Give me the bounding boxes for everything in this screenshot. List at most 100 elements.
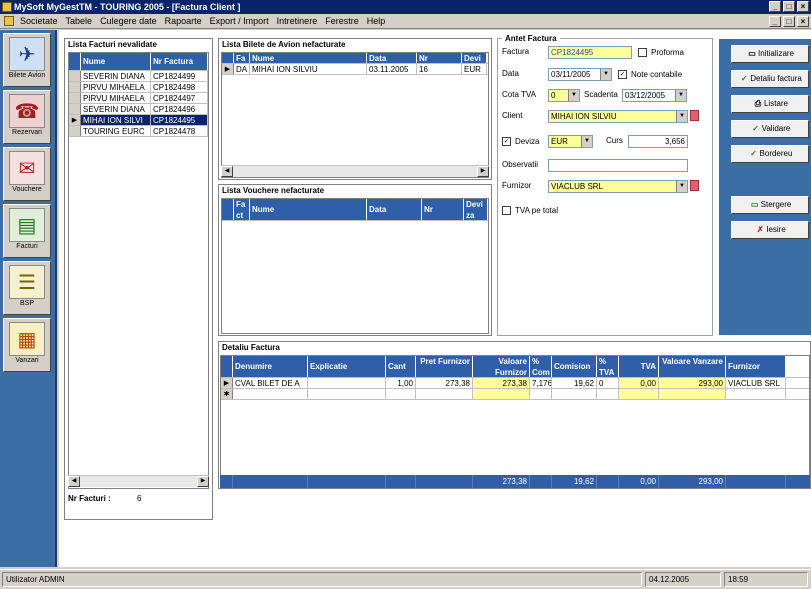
- invoice-icon: ▤: [9, 208, 45, 242]
- facturi-grid[interactable]: Nume Nr Factura SEVERIN DIANA CP1824499 PI…: [68, 52, 209, 489]
- table-row[interactable]: ▶ CVAL BILET DE A 1,00 273,38 273,38 7,1…: [221, 378, 809, 389]
- data-field[interactable]: 03/11/2005 ▼: [548, 68, 612, 81]
- table-row[interactable]: SEVERIN DIANA CP1824499: [69, 71, 208, 82]
- bilete-hscroll[interactable]: ◀ ▶: [221, 165, 489, 177]
- initializare-button[interactable]: ▭ Initializare: [731, 45, 809, 63]
- proforma-checkbox[interactable]: [638, 48, 647, 57]
- factura-field[interactable]: CP1824495: [548, 46, 632, 59]
- total-valoare-vanzare: 293,00: [659, 475, 726, 488]
- document-icon[interactable]: [4, 16, 14, 26]
- facturi-hscroll[interactable]: ◀ ▶: [68, 475, 209, 487]
- deviza-select[interactable]: EUR ▼: [548, 135, 593, 148]
- menu-ferestre[interactable]: Ferestre: [321, 16, 363, 26]
- validare-button[interactable]: ✓ Validare: [731, 120, 809, 138]
- total-valoare-furnizor: 273,38: [473, 475, 530, 488]
- table-row[interactable]: PIRVU MIHAELA CP1824498: [69, 82, 208, 93]
- table-row[interactable]: ▶ MIHAI ION SILVI CP1824495: [69, 115, 208, 126]
- client-select[interactable]: MIHAI ION SILVIU ▼: [548, 110, 688, 123]
- status-bar: Utilizator ADMIN 04.12.2005 18:59: [0, 569, 811, 589]
- totals-row: 273,38 19,62 0,00 293,00: [220, 475, 810, 488]
- voucher-icon: ✉: [9, 151, 45, 185]
- scroll-right-icon[interactable]: ▶: [197, 476, 209, 487]
- mdi-close-button[interactable]: ×: [797, 16, 809, 27]
- listare-button[interactable]: ⎙ Listare: [731, 95, 809, 113]
- scroll-left-icon[interactable]: ◀: [221, 166, 233, 177]
- chevron-down-icon: ▼: [581, 136, 592, 147]
- airplane-icon: ✈: [9, 37, 45, 71]
- title-bar: MySoft MyGestTM - TOURING 2005 - [Factur…: [0, 0, 811, 14]
- col-nr-factura[interactable]: Nr Factura: [151, 53, 208, 70]
- left-nav-bar: ✈ Bilete Avion ☎ Rezervari ✉ Vouchere ▤ Fact…: [0, 30, 57, 567]
- row-pointer-icon: [69, 126, 81, 136]
- row-pointer-icon: [69, 93, 81, 103]
- vouchere-grid[interactable]: Fa ct Nume Data Nr Devi za: [221, 198, 489, 334]
- menu-bar: Societate Tabele Culegere date Rapoarte …: [0, 14, 811, 29]
- close-button[interactable]: ×: [797, 1, 809, 12]
- tva-pe-total-checkbox[interactable]: [502, 206, 511, 215]
- nav-bilete-avion[interactable]: ✈ Bilete Avion: [3, 33, 51, 87]
- cell-nr-factura: CP1824497: [151, 93, 208, 103]
- cell-nume: TOURING EURC: [81, 126, 151, 136]
- furnizor-lookup-button[interactable]: [690, 180, 699, 191]
- table-row[interactable]: PIRVU MIHAELA CP1824497: [69, 93, 208, 104]
- menu-rapoarte[interactable]: Rapoarte: [161, 16, 206, 26]
- facturi-group: Lista Facturi nevalidate Nume Nr Factura…: [64, 38, 213, 520]
- nav-rezervari[interactable]: ☎ Rezervari: [3, 90, 51, 144]
- bilete-grid[interactable]: Fa Nume Data Nr Devi ▶ DA MIHAI ION SILV…: [221, 52, 489, 178]
- table-row[interactable]: SEVERIN DIANA CP1824496: [69, 104, 208, 115]
- deviza-checkbox[interactable]: ✓: [502, 137, 511, 146]
- cell-nr-factura: CP1824496: [151, 104, 208, 114]
- iesire-button[interactable]: ✗ Iesire: [731, 221, 809, 239]
- cota-tva-select[interactable]: 0 ▼: [548, 89, 580, 102]
- table-row[interactable]: ▶ DA MIHAI ION SILVIU 03.11.2005 16 EUR: [222, 64, 488, 75]
- reservation-icon: ☎: [9, 94, 45, 128]
- scroll-left-icon[interactable]: ◀: [68, 476, 80, 487]
- chevron-down-icon: ▼: [600, 69, 611, 80]
- row-pointer-icon: ▶: [221, 378, 233, 388]
- bordereu-button[interactable]: ✓ Bordereu: [731, 145, 809, 163]
- mdi-maximize-button[interactable]: □: [783, 16, 795, 27]
- vouchere-title: Lista Vouchere nefacturate: [222, 186, 325, 195]
- new-icon: ▭: [748, 49, 756, 58]
- col-nume[interactable]: Nume: [81, 53, 151, 70]
- menu-culegere-date[interactable]: Culegere date: [96, 16, 161, 26]
- cell-nr-factura: CP1824478: [151, 126, 208, 136]
- total-comision: 19,62: [552, 475, 597, 488]
- antet-title: Antet Factura: [502, 33, 560, 44]
- observatii-field[interactable]: [548, 159, 688, 172]
- count-value: 6: [137, 494, 142, 503]
- chevron-down-icon: ▼: [676, 111, 687, 122]
- status-time: 18:59: [724, 572, 808, 587]
- menu-intretinere[interactable]: Intretinere: [273, 16, 322, 26]
- furnizor-select[interactable]: VIACLUB SRL ▼: [548, 180, 688, 193]
- scadenta-field[interactable]: 03/12/2005 ▼: [622, 89, 687, 102]
- printer-icon: ⎙: [754, 99, 762, 108]
- nav-vanzari[interactable]: ▦ Vanzari: [3, 318, 51, 372]
- nav-bsp[interactable]: ☰ BSP: [3, 261, 51, 315]
- mdi-minimize-button[interactable]: _: [769, 16, 781, 27]
- facturi-title: Lista Facturi nevalidate: [68, 40, 157, 49]
- cell-nr-factura: CP1824498: [151, 82, 208, 92]
- detaliu-title: Detaliu Factura: [222, 343, 280, 352]
- scroll-right-icon[interactable]: ▶: [477, 166, 489, 177]
- exit-icon: ✗: [756, 225, 764, 234]
- vouchere-group: Lista Vouchere nefacturate Fa ct Nume Da…: [218, 184, 492, 336]
- curs-field[interactable]: 3,656: [628, 135, 688, 148]
- client-lookup-button[interactable]: [690, 110, 699, 121]
- status-date: 04.12.2005: [645, 572, 721, 587]
- detaliu-grid[interactable]: Denumire Explicatie Cant Pret Furnizor V…: [220, 355, 810, 488]
- new-row[interactable]: ✱: [221, 389, 809, 400]
- menu-tabele[interactable]: Tabele: [62, 16, 97, 26]
- minimize-button[interactable]: _: [769, 1, 781, 12]
- stergere-button[interactable]: ▭ Stergere: [731, 196, 809, 214]
- table-row[interactable]: TOURING EURC CP1824478: [69, 126, 208, 137]
- nav-vouchere[interactable]: ✉ Vouchere: [3, 147, 51, 201]
- menu-societate[interactable]: Societate: [16, 16, 62, 26]
- menu-export-import[interactable]: Export / Import: [206, 16, 273, 26]
- maximize-button[interactable]: □: [783, 1, 795, 12]
- menu-help[interactable]: Help: [363, 16, 390, 26]
- note-contabile-checkbox[interactable]: ✓: [618, 70, 627, 79]
- detaliu-factura-button[interactable]: ✓ Detaliu factura: [731, 70, 809, 88]
- cell-nume: MIHAI ION SILVI: [81, 115, 151, 125]
- nav-facturi[interactable]: ▤ Facturi: [3, 204, 51, 258]
